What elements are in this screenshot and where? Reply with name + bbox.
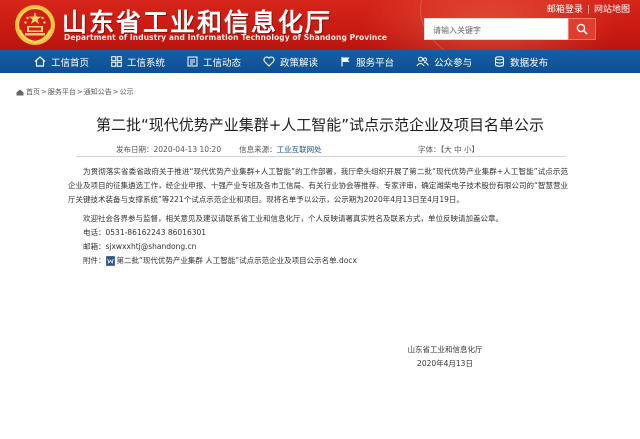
breadcrumb-separator: > [41,88,47,96]
article-meta: 发布日期：2020-04-13 10:20 信息来源：工业互联网处 字体：【大 中… [116,144,479,155]
font-bracket-close: 】 [471,145,480,154]
link-separator: | [586,5,590,15]
nav-item-label: 工信动态 [203,57,242,69]
nav-item-label: 工信系统 [127,57,166,69]
paragraph-main: 为贯彻落实省委省政府关于推进“现代优势产业集群+人工智能”的工作部署，我厅牵头组… [68,167,568,204]
nav-item-system[interactable]: 工信系统 [111,55,165,69]
search-button[interactable] [568,18,596,40]
breadcrumb-service[interactable]: 服务平台 [48,87,76,97]
meta-divider [76,156,566,157]
database-icon [495,56,505,67]
font-medium-button[interactable]: 中 [454,145,462,154]
paragraph-feedback: 欢迎社会各界参与监督，相关意见及建议请联系省工业和信息化厅，个人反映请署真实姓名… [83,214,503,223]
top-links: 邮箱登录 | 网站地图 [547,2,630,15]
breadcrumb-separator: > [112,88,119,96]
attachment-label: 附件： [83,256,106,265]
publish-date-label: 发布日期： [116,145,154,154]
nav-item-policy[interactable]: 政策解读 [263,55,318,69]
font-large-button[interactable]: 大 [444,145,452,154]
national-emblem-icon[interactable] [14,4,56,46]
article-title: 第二批“现代优势产业集群+人工智能”试点示范企业及项目名单公示 [95,116,545,134]
article-body: 为贯彻落实省委省政府关于推进“现代优势产业集群+人工智能”的工作部署，我厅牵头组… [68,165,568,268]
breadcrumb-notices[interactable]: 通知公告 [84,87,112,97]
breadcrumb-announce[interactable]: 公示 [120,87,134,97]
nav-item-label: 数据发布 [510,57,549,69]
word-document-icon [105,256,115,266]
font-size-label: 字体： [418,145,441,154]
sitemap-link[interactable]: 网站地图 [594,5,630,15]
people-icon [416,56,429,67]
grid-icon [111,56,122,67]
nav-item-service[interactable]: 服务平台 [340,55,394,69]
attachment-link[interactable]: 第二批“现代优势产业集群 人工智能”试点示范企业及项目公示名单.docx [117,254,357,268]
sign-date: 2020年4月13日 [417,359,473,368]
home-small-icon [16,89,24,95]
home-icon [34,56,46,67]
breadcrumb: 首页 > 服务平台 > 通知公告 > 公示 [16,87,134,97]
contact-email: 邮箱：sjxwxxhtj@shandong.cn [83,242,197,251]
nav-item-label: 服务平台 [356,57,395,69]
nav-item-data[interactable]: 数据发布 [494,55,548,69]
flag-icon [341,57,350,67]
site-subtitle: Department of Industry and Information T… [64,33,388,42]
nav-item-label: 公众参与 [434,57,473,69]
publish-date: 2020-04-13 10:20 [153,145,222,154]
heart-icon [263,56,275,67]
news-icon [187,56,198,67]
signature-block: 山东省工业和信息化厅 2020年4月13日 [392,343,498,371]
font-small-button[interactable]: 小 [464,145,472,154]
source-label: 信息来源： [239,145,277,154]
attachment-row: 附件： 第二批“现代优势产业集群 人工智能”试点示范企业及项目公示名单.docx [68,254,568,268]
main-nav: 工信首页 工信系统 工信动态 政策解读 服务平台 公众参与 数据发布 [0,50,640,73]
nav-item-label: 工信首页 [51,57,90,69]
font-size-control: 字体：【大 中 小】 [418,144,479,155]
search-input[interactable]: 请输入关键字 [424,18,568,40]
sign-organization: 山东省工业和信息化厅 [407,345,483,354]
search-icon [576,23,588,35]
mail-login-link[interactable]: 邮箱登录 [547,5,583,15]
source-link[interactable]: 工业互联网处 [277,145,322,154]
nav-item-label: 政策解读 [280,57,319,69]
breadcrumb-home[interactable]: 首页 [26,87,40,97]
nav-item-home[interactable]: 工信首页 [34,55,89,69]
nav-item-news[interactable]: 工信动态 [187,55,241,69]
contact-phone: 电话：0531-86162243 86016301 [83,228,207,237]
nav-item-public[interactable]: 公众参与 [416,55,472,69]
site-header: 山东省工业和信息化厅 Department of Industry and In… [0,0,640,50]
breadcrumb-separator: > [76,88,83,96]
